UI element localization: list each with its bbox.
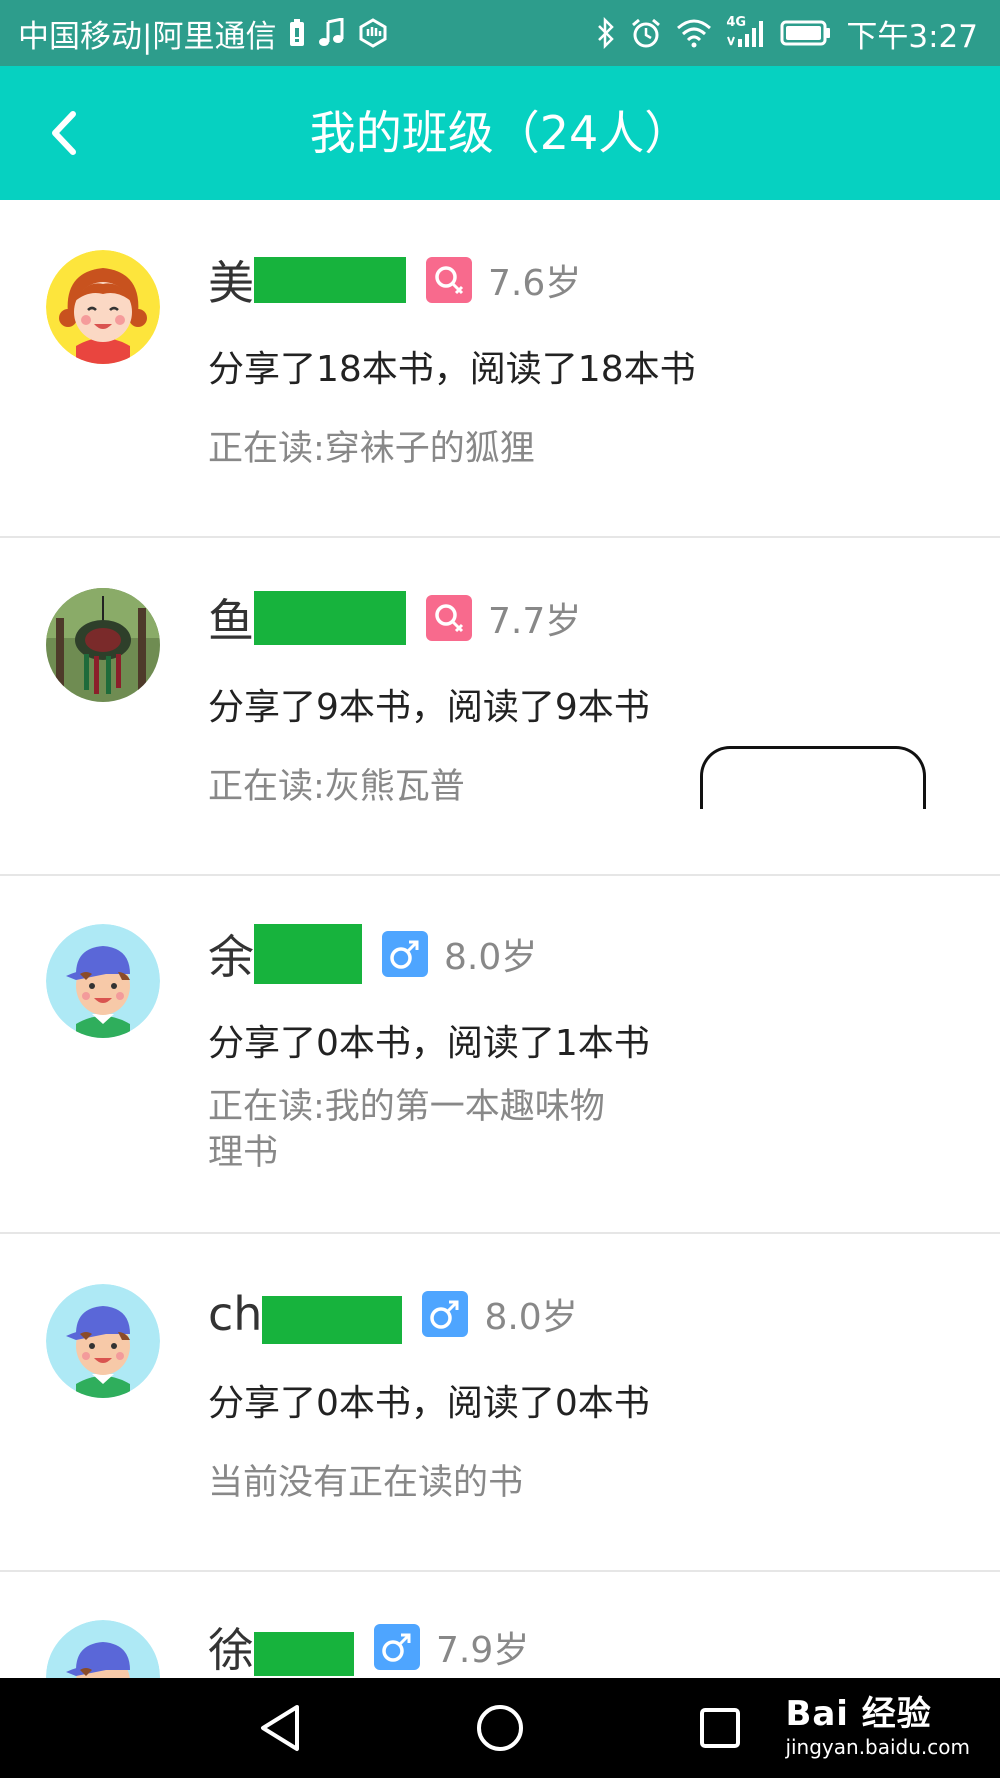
student-list[interactable]: 美 7.6岁 分享了18本书，阅读了18本书 正在读:穿袜子的狐狸 鱼 7.7岁… — [0, 200, 1000, 1772]
list-item[interactable]: 鱼 7.7岁 分享了9本书，阅读了9本书 正在读:灰熊瓦普 — [0, 538, 1000, 876]
currently-reading: 正在读:我的第一本趣味物理书 — [208, 1087, 605, 1173]
watermark-url: jingyan.baidu.com — [785, 1735, 970, 1759]
photo-avatar-icon — [46, 588, 160, 702]
redaction-block — [254, 257, 406, 303]
student-name: 美 — [208, 256, 254, 310]
list-item[interactable]: 美 7.6岁 分享了18本书，阅读了18本书 正在读:穿袜子的狐狸 — [0, 200, 1000, 538]
male-icon — [422, 1291, 469, 1337]
reading-stats: 分享了9本书，阅读了9本书 — [208, 687, 650, 728]
carrier-label: 中国移动|阿里通信 — [18, 18, 277, 55]
signal-icon: 4G — [726, 15, 766, 49]
avatar — [46, 250, 160, 364]
avatar — [46, 588, 160, 702]
circle-home-icon — [477, 1705, 523, 1751]
floating-overlay-edge — [700, 746, 926, 809]
student-age: 8.0岁 — [444, 937, 538, 978]
battery-icon — [780, 19, 832, 47]
page-title: 我的班级（24人） — [309, 106, 691, 160]
nav-home-button[interactable] — [470, 1698, 530, 1758]
boy-avatar-icon — [46, 1284, 160, 1398]
student-age: 8.0岁 — [484, 1297, 578, 1338]
currently-reading: 正在读:灰熊瓦普 — [208, 767, 465, 807]
clock-label: 下午3:27 — [846, 18, 978, 55]
redaction-block — [254, 591, 406, 645]
redaction-block — [262, 1296, 403, 1344]
list-item[interactable]: ch 8.0岁 分享了0本书，阅读了0本书 当前没有正在读的书 — [0, 1234, 1000, 1572]
system-nav-bar: Bai 经验 jingyan.baidu.com — [0, 1678, 1000, 1778]
wifi-icon — [676, 18, 712, 48]
bluetooth-icon — [596, 17, 616, 49]
currently-reading: 当前没有正在读的书 — [208, 1463, 524, 1503]
male-icon — [382, 931, 428, 977]
music-icon — [318, 18, 346, 48]
boy-avatar-icon — [46, 924, 160, 1038]
student-age: 7.6岁 — [488, 263, 582, 304]
reading-stats: 分享了0本书，阅读了1本书 — [208, 1023, 650, 1064]
nav-recents-button[interactable] — [690, 1698, 750, 1758]
nav-back-button[interactable] — [250, 1698, 310, 1758]
watermark-brand: Bai 经验 — [785, 1694, 932, 1734]
app-header: 我的班级（24人） — [0, 66, 1000, 200]
list-item[interactable]: 余 8.0岁 分享了0本书，阅读了1本书 正在读:我的第一本趣味物理书 — [0, 876, 1000, 1234]
redaction-block — [254, 1632, 354, 1676]
square-recents-icon — [700, 1708, 740, 1748]
student-age: 7.7岁 — [488, 601, 582, 642]
alarm-icon — [630, 17, 662, 49]
reading-stats: 分享了18本书，阅读了18本书 — [208, 349, 696, 390]
student-name: 余 — [208, 930, 254, 984]
girl-avatar-icon — [46, 250, 160, 364]
female-icon — [426, 257, 472, 303]
female-icon — [426, 595, 472, 641]
app-notification-icon — [358, 18, 388, 48]
redaction-block — [254, 924, 362, 984]
avatar — [46, 1284, 160, 1398]
avatar — [46, 924, 160, 1038]
status-bar: 中国移动|阿里通信 4G 下午3:27 — [0, 0, 1000, 66]
currently-reading: 正在读:穿袜子的狐狸 — [208, 429, 535, 469]
triangle-back-icon — [261, 1705, 299, 1751]
male-icon — [374, 1624, 420, 1670]
student-name: 徐 — [208, 1623, 254, 1677]
battery-saver-icon — [288, 18, 306, 48]
student-name: 鱼 — [208, 594, 254, 648]
student-name: ch — [208, 1287, 263, 1341]
student-age: 7.9岁 — [436, 1630, 530, 1671]
reading-stats: 分享了0本书，阅读了0本书 — [208, 1383, 650, 1424]
baidu-watermark: Bai 经验 jingyan.baidu.com — [785, 1686, 970, 1759]
